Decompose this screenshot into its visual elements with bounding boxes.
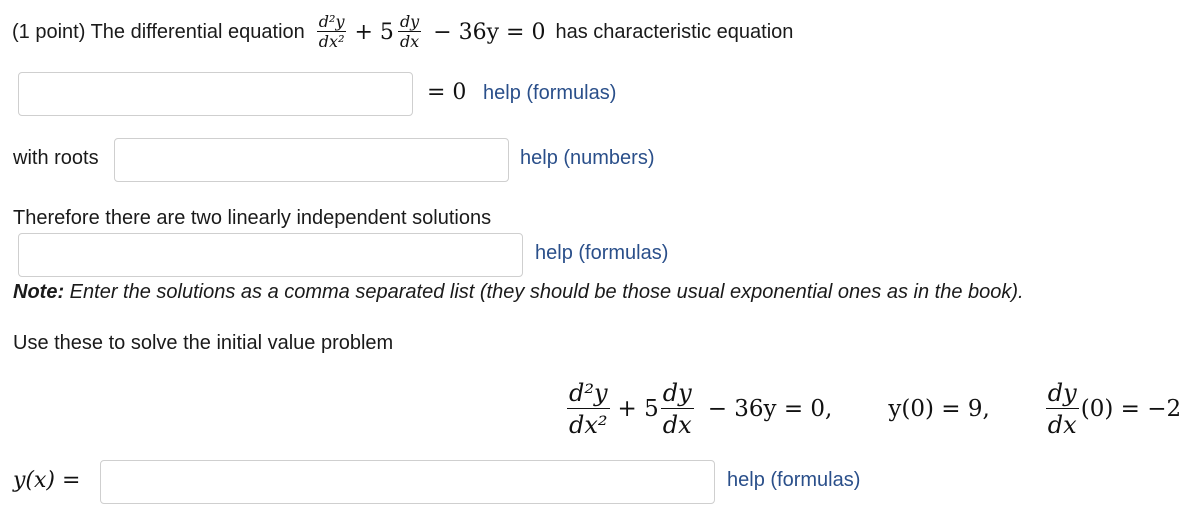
ivp-second-derivative: d²y dx² — [567, 381, 610, 437]
plus-coefficient: + 5 — [354, 19, 394, 45]
fraction-numerator: dy — [399, 12, 420, 31]
fraction-denominator: dx² — [316, 31, 347, 51]
ivp-condition-1: y(0) = 9, — [888, 396, 990, 422]
ivp-plus-coefficient: + 5 — [617, 396, 659, 422]
solutions-label: Therefore there are two linearly indepen… — [13, 207, 492, 229]
answer-label: y(x) = — [13, 468, 81, 493]
fraction-denominator: dx — [660, 408, 694, 437]
characteristic-equation-input[interactable] — [18, 72, 413, 116]
first-derivative-fraction: dy dx — [397, 12, 422, 51]
solutions-input[interactable] — [18, 233, 523, 277]
solutions-note: Note: Enter the solutions as a comma sep… — [13, 281, 1024, 304]
ivp-equation: d²y dx² + 5 dy dx − 36y = 0, y(0) = 9, d… — [565, 376, 1180, 442]
note-bold-label: Note: — [13, 281, 65, 303]
roots-input[interactable] — [114, 138, 509, 182]
fraction-denominator: dx — [397, 31, 422, 51]
fraction-numerator: dy — [1047, 379, 1077, 407]
characteristic-eq-text: has characteristic equation — [555, 20, 794, 43]
ivp-first-derivative: dy dx — [660, 379, 694, 437]
help-numbers-link[interactable]: help (numbers) — [520, 147, 655, 170]
ivp-label: Use these to solve the initial value pro… — [13, 332, 394, 354]
fraction-denominator: dx² — [567, 408, 610, 437]
ivp-condition-2-value: (0) = −2 — [1080, 396, 1180, 422]
help-formulas-link-2[interactable]: help (formulas) — [535, 242, 668, 265]
note-text: Enter the solutions as a comma separated… — [69, 281, 1024, 303]
ivp-equation-remainder: − 36y = 0, — [707, 396, 833, 422]
equation-remainder: − 36y = 0 — [433, 19, 546, 45]
ivp-condition-2-derivative: dy dx — [1045, 379, 1079, 437]
help-formulas-link-3[interactable]: help (formulas) — [727, 469, 860, 492]
differential-equation: d²y dx² + 5 dy dx − 36y = 0 — [315, 14, 546, 50]
second-derivative-fraction: d²y dx² — [316, 12, 347, 51]
roots-label: with roots — [13, 147, 99, 169]
help-formulas-link-1[interactable]: help (formulas) — [483, 82, 616, 105]
equals-zero-label: = 0 — [427, 80, 467, 105]
problem-intro-text: (1 point) The differential equation — [12, 20, 305, 43]
fraction-denominator: dx — [1045, 408, 1079, 437]
fraction-numerator: d²y — [318, 12, 345, 31]
problem-statement: (1 point) The differential equation d²y … — [12, 10, 793, 54]
fraction-numerator: dy — [662, 379, 692, 407]
answer-input[interactable] — [100, 460, 715, 504]
fraction-numerator: d²y — [569, 379, 608, 407]
